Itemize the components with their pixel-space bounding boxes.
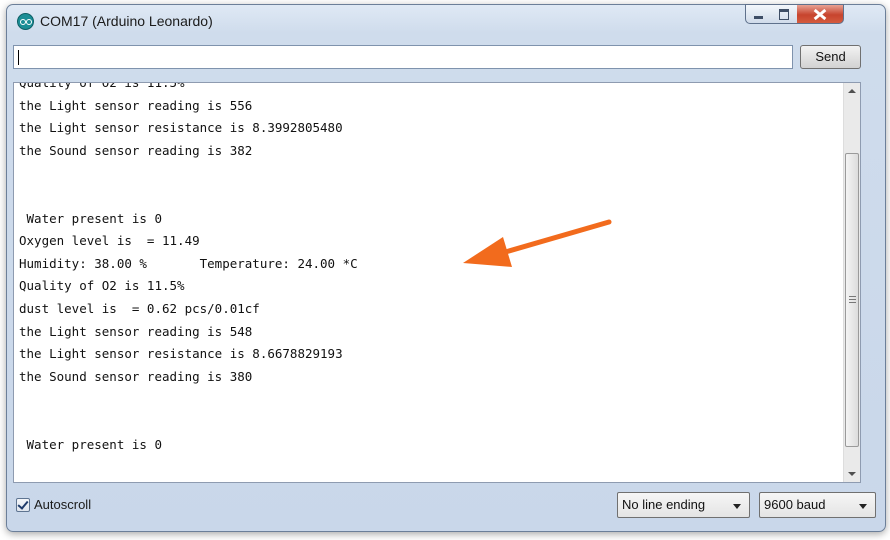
chevron-down-icon	[733, 504, 741, 509]
baud-rate-select[interactable]: 9600 baud	[759, 492, 876, 518]
chevron-down-icon	[859, 504, 867, 509]
line-ending-value: No line ending	[622, 497, 706, 512]
autoscroll-checkbox[interactable]	[16, 498, 30, 512]
baud-rate-value: 9600 baud	[764, 497, 826, 512]
arrow-head-icon	[463, 237, 512, 267]
autoscroll-label: Autoscroll	[34, 497, 92, 512]
line-ending-select[interactable]: No line ending	[617, 492, 750, 518]
arrow-shaft	[492, 219, 612, 258]
orange-arrow-annotation	[463, 219, 612, 267]
